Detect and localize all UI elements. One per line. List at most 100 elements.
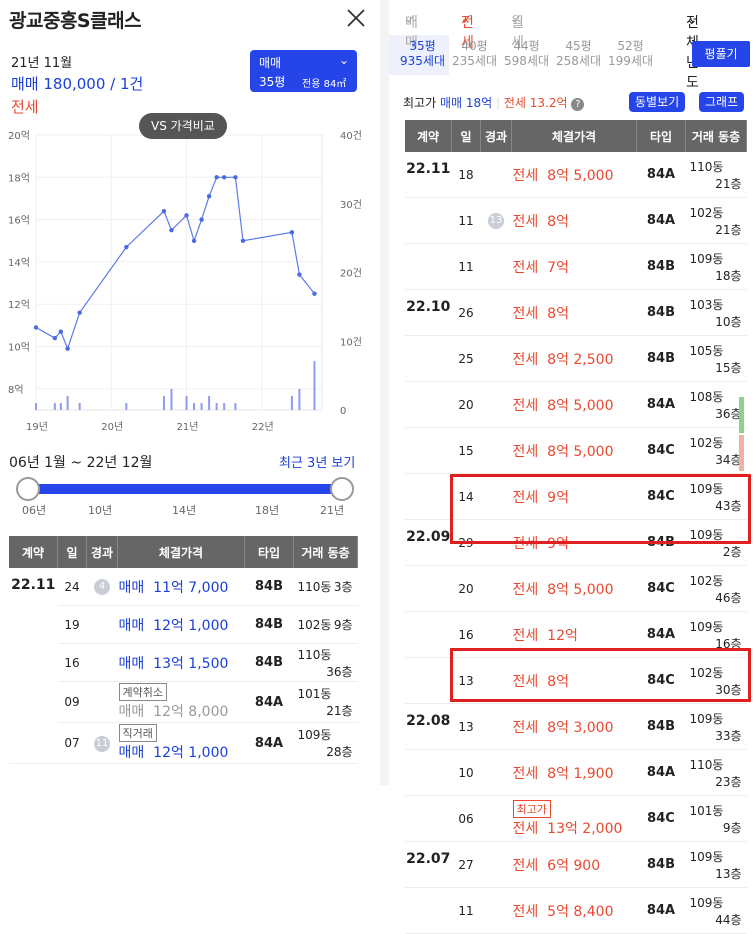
dong-text: 108동 (689, 389, 724, 404)
x-tick-label: 19년 (26, 421, 48, 433)
dong-text: 109동 (297, 728, 332, 742)
recent-3y-link[interactable]: 최근 3년 보기 (279, 452, 355, 471)
price-point (77, 310, 82, 315)
table-row[interactable]: 10 전세 8억 1,900 84A 110동 23층 (405, 749, 747, 796)
table-row[interactable]: 20 전세 8억 5,000 84C 102동 46층 (405, 565, 747, 612)
size-tab[interactable]: 40평 235세대 (447, 39, 502, 69)
y-tick-label: 10억 (8, 342, 30, 354)
y2-tick-label: 20건 (340, 268, 362, 280)
price-text: 전세 8억 5,000 (512, 397, 614, 414)
left-trade-table: 계약 일 경과 체결가격 타입 거래 동층 22.11 24 4 매매 11억 7,0… (9, 536, 358, 764)
range-slider-track[interactable] (26, 484, 342, 494)
elapsed-badge: 4 (94, 579, 110, 595)
pyeong-expand-button[interactable]: 평풀기 (692, 41, 750, 67)
dong-text: 109동 (689, 711, 724, 726)
price-text: 전세 8억 1,900 (512, 765, 614, 782)
month-cell (405, 335, 452, 382)
price-cell: 전세 8억 2,500 (511, 335, 637, 382)
range-slider-start-handle[interactable] (16, 477, 40, 501)
dong-view-button[interactable]: 동별보기 (629, 92, 686, 112)
elapsed-cell (480, 749, 512, 796)
dong-floor-cell: 101동 9층 (685, 795, 747, 842)
dong-text: 110동 (297, 580, 332, 594)
elapsed-cell (480, 152, 512, 198)
table-row[interactable]: 15 전세 8억 5,000 84C 102동 34층 (405, 427, 747, 474)
elapsed-cell (480, 841, 512, 888)
elapsed-cell (480, 887, 512, 934)
price-text: 매매 11억 7,000 (118, 579, 229, 596)
volume-bar (185, 396, 188, 410)
month-cell (405, 795, 452, 842)
dong-floor-cell: 102동 34층 (685, 427, 747, 474)
chevron-down-icon: ⌄ (338, 53, 349, 67)
day-cell: 20 (451, 381, 481, 428)
max-label: 최고가 (403, 96, 437, 110)
size-tab[interactable]: 44평 598세대 (499, 39, 554, 69)
type-select[interactable]: 매매 ⌄ 35평 전용 84㎡ (250, 50, 357, 92)
size-households: 598세대 (504, 54, 549, 68)
dong-floor-cell: 109동 28층 (293, 722, 358, 764)
price-point (233, 175, 238, 180)
table-row[interactable]: 19 매매 12억 1,000 84B 102동 9층 (9, 605, 358, 644)
dong-floor-cell: 109동 13층 (685, 841, 747, 888)
type-cell: 84A (636, 381, 686, 428)
max-price-tag: 최고가 (512, 799, 551, 818)
table-row[interactable]: 22.10 26 전세 8억 84B 103동 10층 (405, 289, 747, 336)
dong-floor-cell: 109동 18층 (685, 243, 747, 290)
dong-floor-cell: 108동 36층 (685, 381, 747, 428)
floor-text: 15층 (715, 360, 742, 375)
y2-tick-label: 40건 (340, 130, 362, 142)
y2-tick-label: 10건 (340, 336, 362, 348)
dong-floor-cell: 110동 3층 (293, 568, 358, 606)
floor-text: 21층 (715, 176, 742, 191)
day-cell: 18 (451, 152, 481, 198)
table-row[interactable]: 22.11 24 4 매매 11억 7,000 84B 110동 3층 (9, 568, 358, 764)
close-icon[interactable] (345, 7, 367, 29)
table-row[interactable]: 25 전세 8억 2,500 84B 105동 15층 (405, 335, 747, 382)
price-text: 전세 8억 2,500 (512, 351, 614, 368)
elapsed-cell (86, 681, 118, 723)
day-cell: 25 (451, 335, 481, 382)
month-cell (405, 657, 452, 704)
type-cell: 84B (636, 289, 686, 336)
table-row[interactable]: 06 최고가 전세 13억 2,000 84C 101동 9층 (405, 795, 747, 842)
page-title: 광교중흥S클래스 (9, 10, 142, 32)
range-slider-end-handle[interactable] (330, 477, 354, 501)
vs-compare-button[interactable]: VS 가격비교 (139, 113, 227, 139)
size-tab[interactable]: 45평 258세대 (551, 39, 606, 69)
size-tab[interactable]: 52평 199세대 (603, 39, 658, 69)
y-tick-label: 8억 (8, 384, 24, 396)
help-icon[interactable]: ? (571, 98, 585, 111)
price-cell: 매매 12억 1,000 (117, 605, 245, 644)
day-cell: 13 (451, 703, 481, 750)
table-row[interactable]: 07 11 직거래 매매 12억 1,000 84A 109동 28층 (9, 722, 358, 764)
day-cell: 24 (57, 568, 87, 606)
price-text: 전세 6억 900 (512, 857, 601, 874)
table-row[interactable]: 22.08 13 전세 8억 3,000 84B 109동 33층 (405, 703, 747, 750)
type-kind: 매매 (259, 56, 282, 70)
table-row[interactable]: 22.07 27 전세 6억 900 84B 109동 13층 (405, 841, 747, 888)
dong-text: 109동 (689, 251, 724, 266)
summary-sale: 매매 180,000 / 1건 (11, 75, 144, 93)
table-row[interactable]: 11 전세 5억 8,400 84A 109동 44층 (405, 887, 747, 934)
price-point (52, 335, 58, 341)
table-row[interactable]: 11 전세 7억 84B 109동 18층 (405, 243, 747, 290)
table-row[interactable]: 16 매매 13억 1,500 84B 110동 36층 (9, 643, 358, 682)
volume-bar (223, 403, 226, 410)
summary-jeonse: 전세 (11, 98, 39, 116)
dong-floor-cell: 110동 21층 (685, 152, 747, 198)
trade-tag: 직거래 (118, 724, 157, 742)
size-tab[interactable]: 35평 935세대 (395, 39, 450, 69)
table-row[interactable]: 11 13 전세 8억 84A 102동 21층 (405, 197, 747, 244)
table-row[interactable]: 20 전세 8억 5,000 84A 108동 36층 (405, 381, 747, 428)
price-text: 매매 12억 8,000 (118, 704, 229, 720)
plot-area (35, 134, 323, 411)
price-text: 매매 12억 1,000 (118, 617, 229, 634)
table-header: 계약 일 경과 체결가격 타입 거래 동층 (405, 120, 747, 152)
table-row[interactable]: 22.11 18 전세 8억 5,000 84A 110동 21층 (405, 152, 747, 198)
graph-button[interactable]: 그래프 (699, 92, 745, 112)
day-cell: 15 (451, 427, 481, 474)
table-row[interactable]: 09 계약취소 매매 12억 8,000 84A 101동 21층 (9, 681, 358, 723)
price-text: 전세 13억 2,000 (512, 820, 623, 837)
dong-text: 110동 (689, 159, 724, 174)
